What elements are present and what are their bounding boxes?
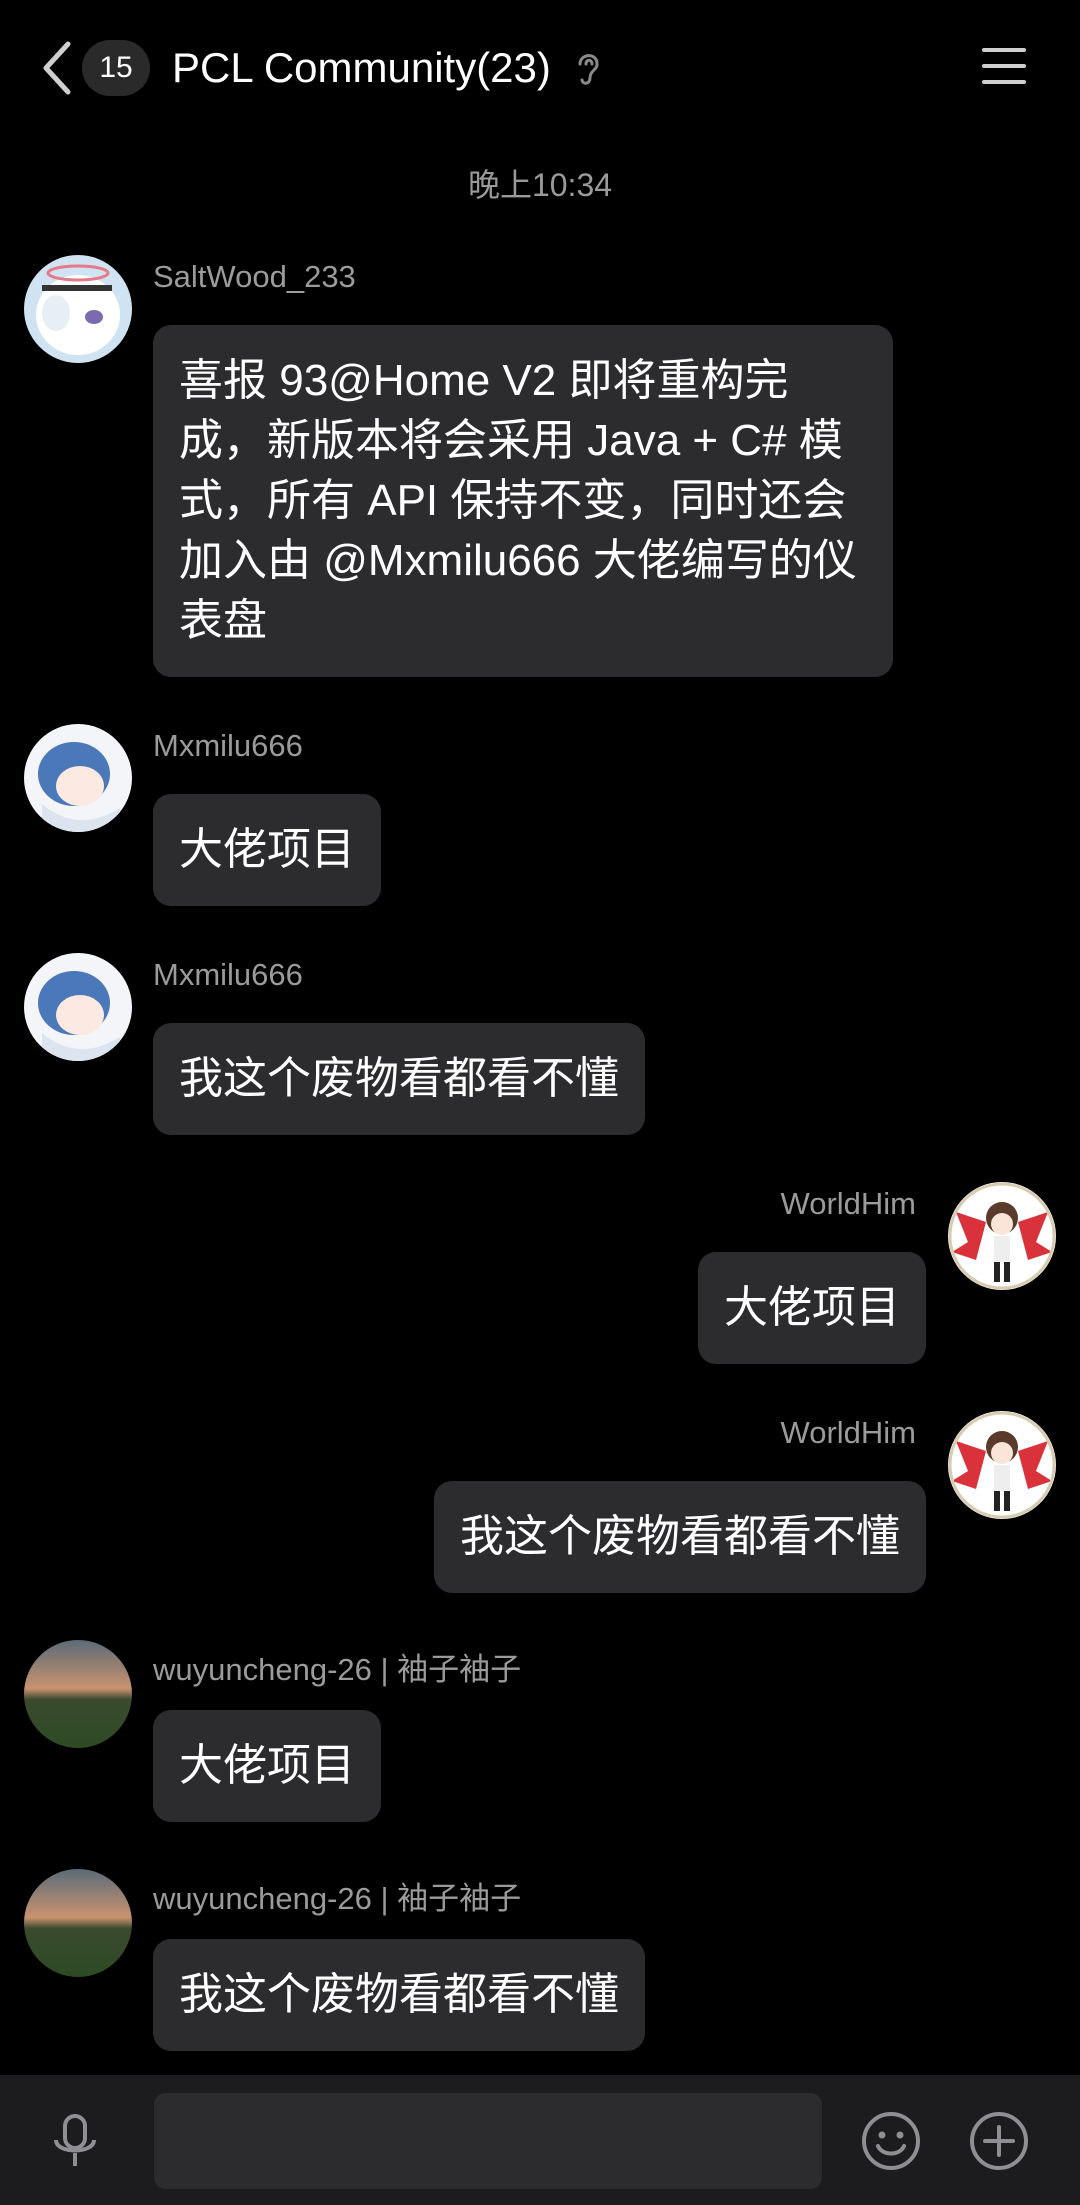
group-title[interactable]: PCL Community(23) bbox=[172, 40, 551, 96]
message-bubble[interactable]: 我这个废物看都看不懂 bbox=[153, 1939, 645, 2051]
avatar[interactable] bbox=[24, 1869, 132, 1977]
sender-name: Mxmilu666 bbox=[153, 957, 303, 992]
ear-icon[interactable] bbox=[572, 48, 604, 88]
unread-count-badge[interactable]: 15 bbox=[82, 40, 150, 96]
message-item: wuyuncheng-26 | 袖子袖子 我这个废物看都看不懂 bbox=[0, 1869, 1080, 2051]
message-item: wuyuncheng-26 | 袖子袖子 大佬项目 bbox=[0, 1640, 1080, 1822]
sender-name: WorldHim bbox=[780, 1186, 917, 1221]
avatar[interactable] bbox=[24, 724, 132, 832]
microphone-icon[interactable] bbox=[44, 2110, 106, 2172]
message-item: SaltWood_233 喜报 93@Home V2 即将重构完成，新版本将会采… bbox=[0, 255, 1080, 677]
message-item: Mxmilu666 大佬项目 bbox=[0, 724, 1080, 906]
message-bubble[interactable]: 我这个废物看都看不懂 bbox=[434, 1481, 926, 1593]
message-bubble[interactable]: 喜报 93@Home V2 即将重构完成，新版本将会采用 Java + C# 模… bbox=[153, 325, 893, 677]
sender-name: wuyuncheng-26 | 袖子袖子 bbox=[153, 1881, 522, 1916]
emoji-icon[interactable] bbox=[860, 2110, 922, 2172]
message-item: WorldHim 大佬项目 bbox=[0, 1182, 1080, 1364]
message-timestamp: 晚上10:34 bbox=[467, 167, 613, 203]
back-arrow-icon[interactable] bbox=[38, 38, 78, 98]
menu-icon[interactable] bbox=[980, 44, 1028, 88]
message-bubble[interactable]: 大佬项目 bbox=[698, 1252, 926, 1364]
input-bar bbox=[0, 2075, 1080, 2205]
message-bubble[interactable]: 我这个废物看都看不懂 bbox=[153, 1023, 645, 1135]
avatar[interactable] bbox=[24, 1640, 132, 1748]
message-item: WorldHim 我这个废物看都看不懂 bbox=[0, 1411, 1080, 1593]
sender-name: Mxmilu666 bbox=[153, 728, 303, 763]
message-bubble[interactable]: 大佬项目 bbox=[153, 794, 381, 906]
avatar[interactable] bbox=[24, 953, 132, 1061]
sender-name: WorldHim bbox=[780, 1415, 917, 1450]
chat-header: 15 PCL Community(23) bbox=[0, 0, 1080, 140]
plus-icon[interactable] bbox=[968, 2110, 1030, 2172]
avatar[interactable] bbox=[948, 1411, 1056, 1519]
message-bubble[interactable]: 大佬项目 bbox=[153, 1710, 381, 1822]
message-item: Mxmilu666 我这个废物看都看不懂 bbox=[0, 953, 1080, 1135]
message-input[interactable] bbox=[154, 2093, 822, 2189]
avatar[interactable] bbox=[24, 255, 132, 363]
avatar[interactable] bbox=[948, 1182, 1056, 1290]
sender-name: wuyuncheng-26 | 袖子袖子 bbox=[153, 1652, 522, 1687]
sender-name: SaltWood_233 bbox=[153, 259, 356, 294]
